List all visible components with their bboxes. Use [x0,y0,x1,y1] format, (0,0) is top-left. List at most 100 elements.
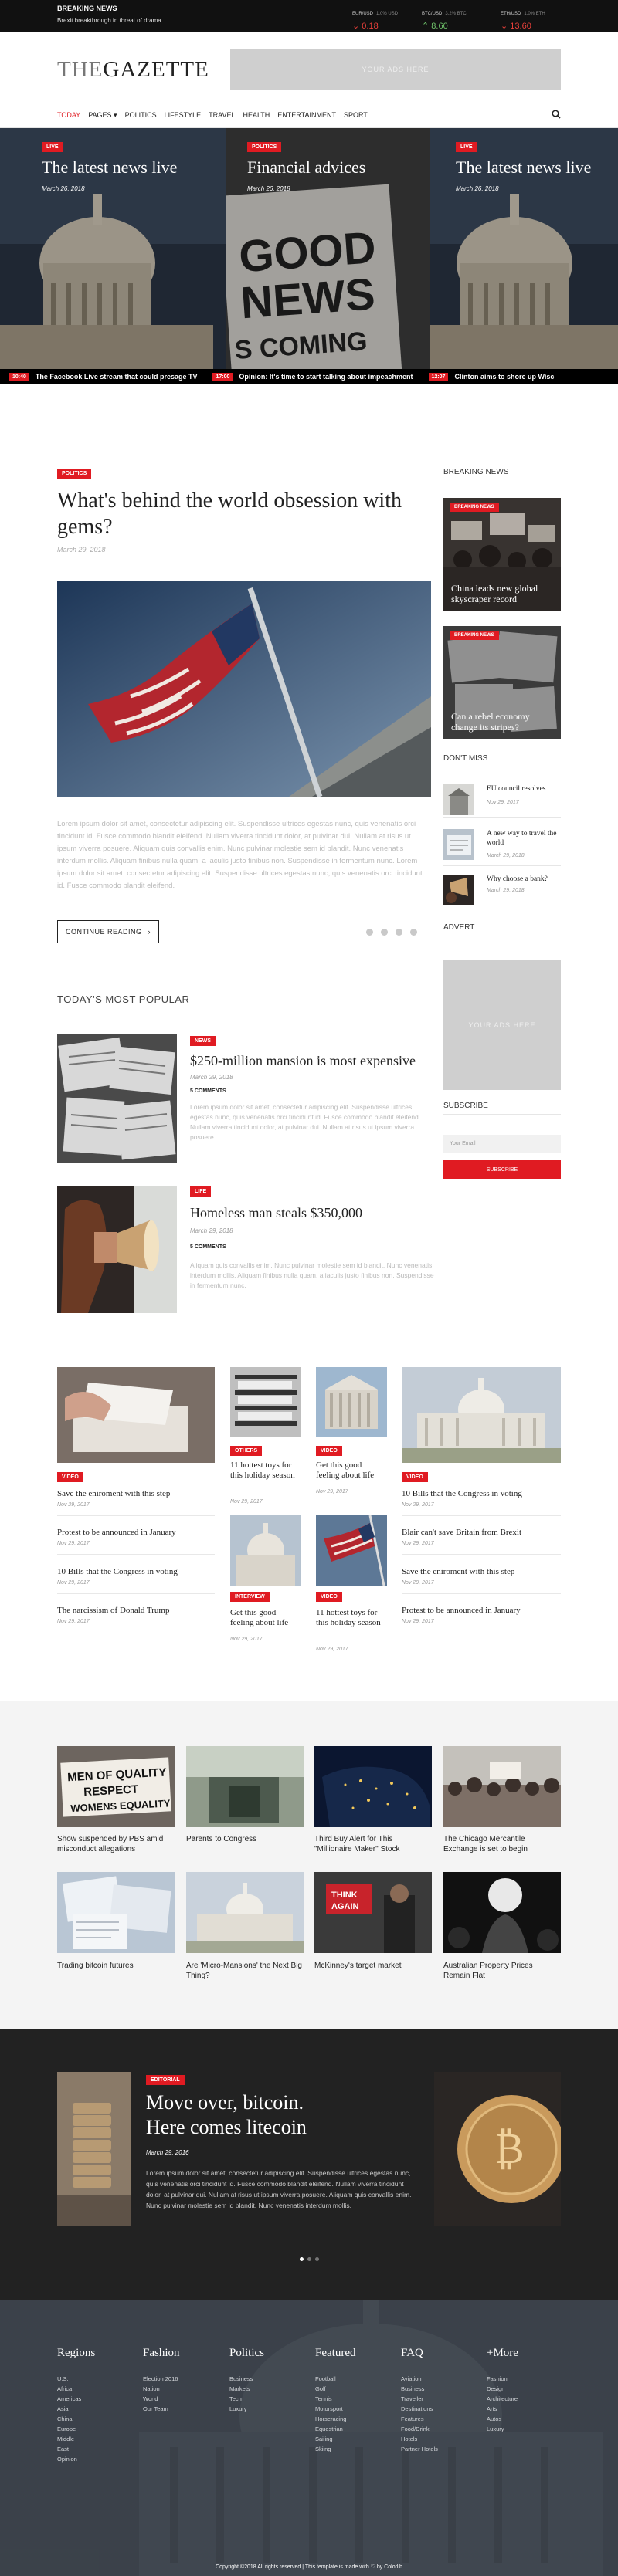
popular-title[interactable]: Homeless man steals $350,000 [190,1205,437,1221]
footer-link[interactable]: Business [229,2374,264,2384]
gallery-image[interactable] [443,1872,561,1953]
dont-miss-item[interactable]: EU council resolves Nov 29, 2017 [443,784,561,818]
grid-title[interactable]: 11 hottest toys for this holiday season [316,1608,387,1628]
footer-link[interactable]: Our Team [143,2404,180,2414]
card-title[interactable]: Can a rebel economy change its stripes? [451,711,552,733]
slide-title[interactable]: The latest news live [456,157,591,178]
ticker-headline[interactable]: Clinton aims to shore up Wisc [454,373,554,381]
carousel-dot[interactable] [307,2257,311,2261]
footer-link[interactable]: Partner Hotels [401,2444,438,2454]
ticker-eur[interactable]: EUR/USD 1.0% USD ⌄ 0.18 [352,5,414,31]
slide-category-badge[interactable]: LIVE [456,142,477,152]
grid-title[interactable]: Get this good feeling about life [230,1608,301,1628]
footer-link[interactable]: Opinion [57,2454,95,2464]
facebook-icon[interactable] [396,929,402,936]
footer-link[interactable]: Americas [57,2394,95,2404]
dont-miss-title[interactable]: EU council resolves [487,784,561,794]
footer-link[interactable]: Europe [57,2424,95,2434]
popular-newspapers-photo[interactable] [57,1034,177,1163]
grid-category-badge[interactable]: OTHERS [230,1446,263,1456]
featured-category-badge[interactable]: POLITICS [57,469,92,479]
ticker-headline[interactable]: Opinion: It's time to start talking abou… [239,373,413,381]
editorial-category-badge[interactable]: EDITORIAL [146,2075,185,2085]
footer-link[interactable]: Autos [487,2414,518,2424]
gallery-image[interactable] [57,1872,175,1953]
footer-link[interactable]: Markets [229,2384,264,2394]
gallery-title[interactable]: McKinney's target market [314,1961,432,1971]
grid-video-photo[interactable] [57,1367,215,1463]
popular-category-badge[interactable]: NEWS [190,1036,216,1046]
popular-megaphone-photo[interactable] [57,1186,177,1313]
site-logo[interactable]: THEGAZETTE [57,57,209,83]
continue-reading-button[interactable]: CONTINUE READING › [57,920,159,943]
footer-link[interactable]: Africa [57,2384,95,2394]
footer-link[interactable]: Aviation [401,2374,438,2384]
gallery-image[interactable]: THINK AGAIN [314,1872,432,1953]
gallery-title[interactable]: Are 'Micro-Mansions' the Next Big Thing? [186,1961,304,1981]
footer-link[interactable]: Tech [229,2394,264,2404]
grid-list-title[interactable]: Blair can't save Britain from Brexit [402,1528,561,1538]
nav-item-travel[interactable]: TRAVEL [209,111,235,120]
gallery-image[interactable] [186,1746,304,1827]
ticker-btc[interactable]: BTC/USD 3.2% BTC ⌃ 8.60 [422,5,484,31]
footer-link[interactable]: Election 2016 [143,2374,180,2384]
search-icon[interactable] [552,110,561,119]
footer-link[interactable]: Equestrian [315,2424,355,2434]
grid-category-badge[interactable]: VIDEO [316,1446,342,1456]
sidebar-breaking-card[interactable]: BREAKING NEWS Can a rebel economy change… [443,626,561,739]
popular-comments[interactable]: 5 COMMENTS [190,1244,226,1250]
gallery-title[interactable]: Australian Property Prices Remain Flat [443,1961,561,1981]
gallery-image[interactable]: MEN OF QUALITY RESPECT WOMENS EQUALITY [57,1746,175,1827]
gallery-title[interactable]: Parents to Congress [186,1834,304,1844]
hero-slide[interactable]: LIVE The latest news live March 26, 2018 [430,128,618,384]
popular-title[interactable]: $250-million mansion is most expensive [190,1053,437,1069]
gallery-title[interactable]: The Chicago Mercantile Exchange is set t… [443,1834,561,1854]
grid-list-title[interactable]: The narcissism of Donald Trump [57,1606,215,1616]
card-category-badge[interactable]: BREAKING NEWS [450,503,499,512]
gallery-title[interactable]: Trading bitcoin futures [57,1961,175,1971]
editorial-bitcoin-photo[interactable]: ₿ [434,2072,561,2226]
footer-link[interactable]: Hotels [401,2434,438,2444]
ticker-headline[interactable]: The Facebook Live stream that could pres… [36,373,198,381]
grid-category-badge[interactable]: INTERVIEW [230,1592,270,1602]
footer-link[interactable]: Architecture [487,2394,518,2404]
popular-comments[interactable]: 5 COMMENTS [190,1088,226,1094]
grid-title[interactable]: 10 Bills that the Congress in voting [402,1489,561,1499]
footer-link[interactable]: U.S. [57,2374,95,2384]
slide-category-badge[interactable]: POLITICS [247,142,282,152]
hero-slide[interactable]: LIVE The latest news live March 26, 2018 [0,128,226,384]
dont-miss-title[interactable]: Why choose a bank? [487,875,561,884]
hero-slider[interactable]: LIVE The latest news live March 26, 2018… [0,128,618,384]
gallery-image[interactable] [186,1872,304,1953]
footer-link[interactable]: Asia [57,2404,95,2414]
footer-link[interactable]: Middle [57,2434,95,2444]
grid-list-title[interactable]: Protest to be announced in January [57,1528,215,1538]
nav-item-entertainment[interactable]: ENTERTAINMENT [277,111,336,120]
nav-item-health[interactable]: HEALTH [243,111,270,120]
footer-link[interactable]: Golf [315,2384,355,2394]
footer-link[interactable]: Football [315,2374,355,2384]
card-title[interactable]: China leads new global skyscraper record [451,583,552,604]
footer-link[interactable]: Motorsport [315,2404,355,2414]
grid-list-title[interactable]: 10 Bills that the Congress in voting [57,1567,215,1577]
pinterest-icon[interactable] [366,929,373,936]
nav-item-today[interactable]: TODAY [57,111,80,120]
footer-link[interactable]: Fashion [487,2374,518,2384]
grid-category-badge[interactable]: VIDEO [316,1592,342,1602]
grid-title[interactable]: Get this good feeling about life [316,1461,387,1481]
editorial-coins-photo[interactable] [57,2072,131,2226]
twitter-icon[interactable] [410,929,417,936]
footer-link[interactable]: Luxury [487,2424,518,2434]
footer-link[interactable]: Horseracing [315,2414,355,2424]
sidebar-ad[interactable]: YOUR ADS HERE [443,960,561,1090]
hero-slide[interactable]: GOOD NEWS S COMING POLITICS Financial ad… [226,128,430,384]
grid-video-photo[interactable] [402,1367,561,1463]
ticker-eth[interactable]: ETH/USD 1.0% ETH ⌄ 13.60 [501,5,562,31]
grid-list-title[interactable]: Save the eniroment with this step [402,1567,561,1577]
featured-flag-photo[interactable] [57,581,431,797]
grid-video-photo[interactable] [316,1367,387,1437]
footer-link[interactable]: Features [401,2414,438,2424]
editorial-title[interactable]: Move over, bitcoin. Here comes litecoin [146,2090,347,2140]
gallery-title[interactable]: Third Buy Alert for This "Millionaire Ma… [314,1834,432,1854]
subscribe-button[interactable]: SUBSCRIBE [443,1160,561,1179]
